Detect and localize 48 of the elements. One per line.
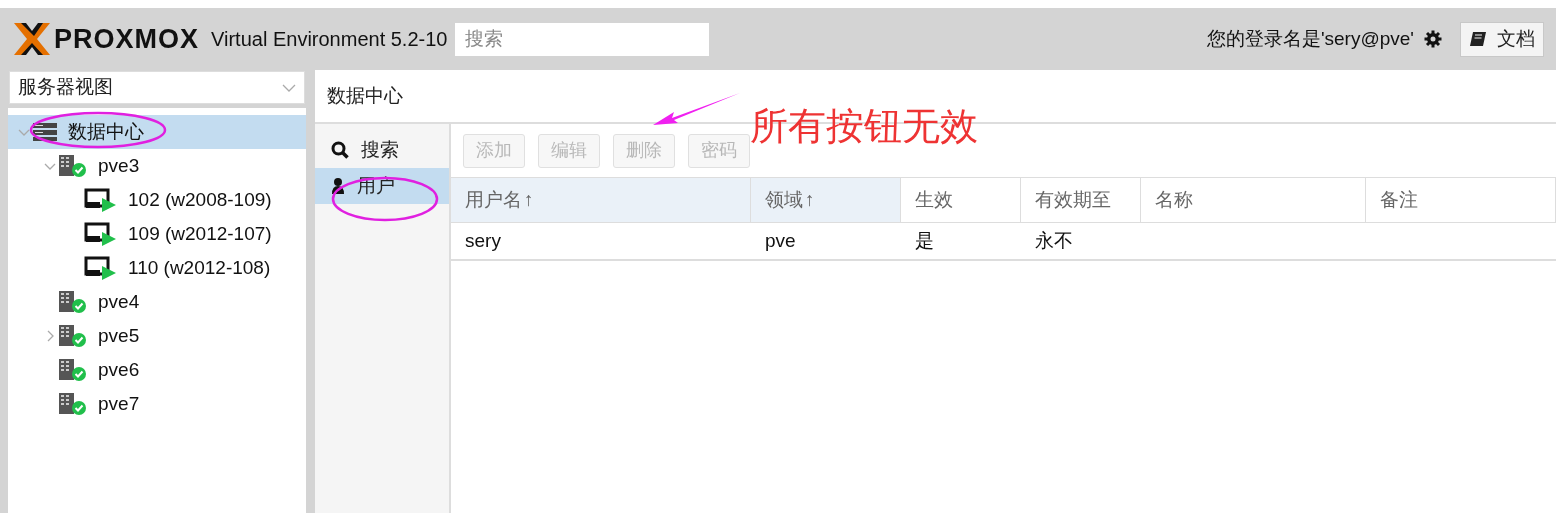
monitor-play-icon xyxy=(84,222,118,246)
building-check-icon xyxy=(58,324,88,348)
table-cell-text: 永不 xyxy=(1035,228,1073,253)
logo-text: PROXMOX xyxy=(54,22,200,56)
column-header[interactable]: 用户名↑ xyxy=(451,178,751,222)
logo-x-icon xyxy=(12,21,52,57)
book-icon xyxy=(1469,31,1487,47)
table-cell-text: 是 xyxy=(915,228,934,253)
tree-item[interactable]: pve7 xyxy=(8,387,306,421)
table-cell-text: sery xyxy=(465,228,501,253)
docs-button[interactable]: 文档 xyxy=(1460,21,1544,57)
building-check-icon xyxy=(58,392,88,416)
tree-label: pve5 xyxy=(98,323,140,348)
monitor-play-icon xyxy=(84,188,118,212)
tree-label: pve6 xyxy=(98,357,140,382)
building-check-icon xyxy=(58,358,88,382)
search-field[interactable]: 搜索 xyxy=(455,22,710,56)
product-version: Virtual Environment 5.2-10 xyxy=(211,27,448,52)
tree-item[interactable]: pve6 xyxy=(8,353,306,387)
settings-icon[interactable] xyxy=(1424,30,1442,48)
tree-label: 110 (w2012-108) xyxy=(128,255,271,280)
panel-title: 数据中心 xyxy=(327,83,403,108)
tree-item[interactable]: 102 (w2008-109) xyxy=(8,183,306,217)
tree-item[interactable]: pve3 xyxy=(8,149,306,183)
tree-label: pve4 xyxy=(98,289,140,314)
annotation-text: 所有按钮无效 xyxy=(750,103,978,150)
column-header[interactable]: 领域↑ xyxy=(751,178,901,222)
building-check-icon xyxy=(58,290,88,314)
view-dropdown[interactable]: 服务器视图 xyxy=(9,71,305,104)
tree-label: 109 (w2012-107) xyxy=(128,221,272,246)
building-check-icon xyxy=(58,154,88,178)
tree-label: 数据中心 xyxy=(68,119,144,144)
nav-item[interactable]: 搜索 xyxy=(315,132,449,168)
tree-item[interactable]: pve5 xyxy=(8,319,306,353)
search-icon xyxy=(331,141,349,159)
chevron-down-icon xyxy=(282,82,296,93)
tree-label: pve7 xyxy=(98,391,140,416)
server-stack-icon xyxy=(32,122,58,142)
tree-item[interactable]: 数据中心 xyxy=(8,115,306,149)
tree-item[interactable]: 110 (w2012-108) xyxy=(8,251,306,285)
table-cell-text: pve xyxy=(765,228,796,253)
tree-label: 102 (w2008-109) xyxy=(128,187,272,212)
tree-label: pve3 xyxy=(98,153,140,178)
tree-item[interactable]: 109 (w2012-107) xyxy=(8,217,306,251)
user-icon xyxy=(331,177,345,195)
login-label: 您的登录名是'sery@pve' xyxy=(1206,26,1414,51)
tree-item[interactable]: pve4 xyxy=(8,285,306,319)
monitor-play-icon xyxy=(84,256,118,280)
